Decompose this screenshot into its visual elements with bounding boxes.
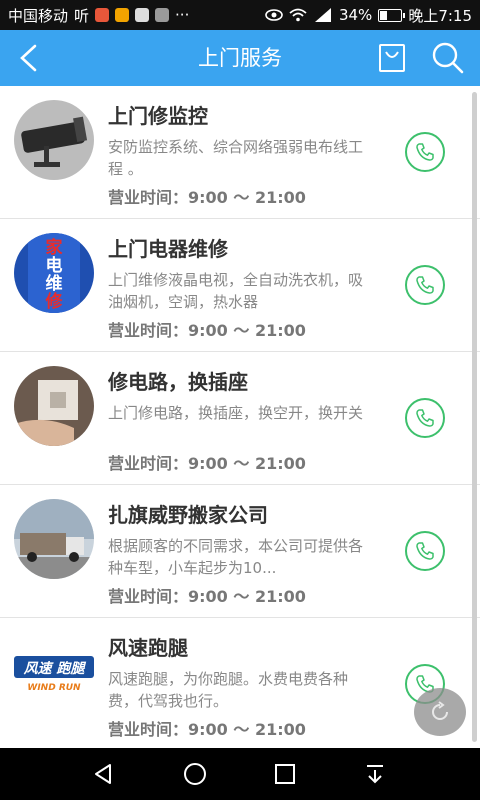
sign-char: 维 xyxy=(46,273,63,294)
sign-char: 修 xyxy=(45,291,64,312)
service-name: 上门电器维修 xyxy=(108,237,228,261)
appliance-repair-sign-image: 家 电 维 修 xyxy=(14,233,94,313)
service-item[interactable]: 扎旗威野搬家公司 根据顾客的不同需求，本公司可提供各种车型，小车起步为10...… xyxy=(0,485,480,618)
service-thumbnail: 风速 跑腿 WIND RUN xyxy=(14,632,94,712)
phone-icon xyxy=(416,409,434,427)
service-thumbnail: 家 电 维 修 xyxy=(14,233,94,313)
system-nav-bar xyxy=(0,748,480,800)
call-button[interactable] xyxy=(405,398,445,438)
service-thumbnail xyxy=(14,100,94,180)
service-list[interactable]: 上门修监控 安防监控系统、综合网络强弱电布线工程 。 营业时间：9:00 ～ 2… xyxy=(0,86,480,748)
battery-icon xyxy=(378,8,406,22)
service-description: 安防监控系统、综合网络强弱电布线工程 。 xyxy=(108,138,364,178)
call-button[interactable] xyxy=(405,265,445,305)
call-button[interactable] xyxy=(405,132,445,172)
service-thumbnail xyxy=(14,366,94,446)
square-recents-icon xyxy=(275,764,295,784)
security-camera-image xyxy=(14,100,94,180)
service-description: 根据顾客的不同需求，本公司可提供各种车型，小车起步为10... xyxy=(108,537,364,577)
status-bar: 中国移动 听 ··· 34% 晚上7:15 xyxy=(0,0,480,30)
service-item[interactable]: 风速 跑腿 WIND RUN 风速跑腿 风速跑腿，为你跑腿。水费电费各种费，代驾… xyxy=(0,618,480,748)
service-thumbnail xyxy=(14,499,94,579)
phone-icon xyxy=(416,143,434,161)
business-hours: 营业时间：9:00 ～ 21:00 xyxy=(108,188,306,207)
app-bar: 上门服务 xyxy=(0,30,480,86)
refresh-icon xyxy=(432,701,448,720)
service-name: 修电路，换插座 xyxy=(108,370,248,394)
service-item[interactable]: 上门修监控 安防监控系统、综合网络强弱电布线工程 。 营业时间：9:00 ～ 2… xyxy=(0,86,480,219)
service-description: 风速跑腿，为你跑腿。水费电费各种费，代驾我也行。 xyxy=(108,670,349,710)
nav-home-button[interactable] xyxy=(180,760,210,788)
search-button[interactable] xyxy=(428,40,468,76)
service-item[interactable]: 家 电 维 修 上门电器维修 上门维修液晶电视，全自动洗衣机，吸油烟机，空调，热… xyxy=(0,219,480,352)
shopping-bag-button[interactable] xyxy=(374,40,410,76)
phone-icon xyxy=(416,276,434,294)
logo-subtext: WIND RUN xyxy=(27,683,81,693)
signal-icon xyxy=(314,8,331,22)
eye-icon xyxy=(265,9,283,21)
service-name: 上门修监控 xyxy=(108,104,208,128)
clipboard-icon xyxy=(135,8,150,22)
nav-back-button[interactable] xyxy=(88,760,118,788)
wechat-icon xyxy=(155,8,170,22)
phone-icon xyxy=(416,542,434,560)
windrun-logo: 风速 跑腿 WIND RUN xyxy=(14,632,94,712)
wifi-icon xyxy=(289,8,307,22)
pull-down-icon xyxy=(367,765,383,784)
clock: 晚上7:15 xyxy=(408,6,472,25)
carrier-label: 中国移动 xyxy=(8,6,69,25)
service-item[interactable]: 修电路，换插座 上门修电路，换插座，换空开，换开关 营业时间：9:00 ～ 21… xyxy=(0,352,480,485)
battery-percent: 34% xyxy=(338,6,373,24)
wall-socket-image xyxy=(14,366,94,446)
business-hours: 营业时间：9:00 ～ 21:00 xyxy=(108,720,306,739)
nav-notifications-button[interactable] xyxy=(360,760,390,788)
shopping-bag-icon xyxy=(379,44,405,72)
business-hours: 营业时间：9:00 ～ 21:00 xyxy=(108,321,306,340)
scrollbar[interactable] xyxy=(472,92,477,742)
nav-recents-button[interactable] xyxy=(270,760,300,788)
logo-text: 风速 跑腿 xyxy=(24,660,87,677)
more-notifications-dots: ··· xyxy=(175,6,190,24)
app-notification-glyph: 听 xyxy=(74,6,90,25)
business-hours: 营业时间：9:00 ～ 21:00 xyxy=(108,587,306,606)
search-icon xyxy=(432,42,464,74)
notification-icon xyxy=(95,8,110,22)
service-description: 上门修电路，换插座，换空开，换开关 xyxy=(108,404,364,422)
service-name: 扎旗威野搬家公司 xyxy=(108,503,268,527)
lock-icon xyxy=(115,8,130,22)
circle-home-icon xyxy=(184,763,206,785)
moving-truck-image xyxy=(14,499,94,579)
service-name: 风速跑腿 xyxy=(108,636,188,660)
triangle-back-icon xyxy=(95,764,111,784)
call-button[interactable] xyxy=(405,531,445,571)
service-description: 上门维修液晶电视，全自动洗衣机，吸油烟机，空调，热水器 xyxy=(108,271,364,311)
refresh-button[interactable] xyxy=(414,688,466,736)
business-hours: 营业时间：9:00 ～ 21:00 xyxy=(108,454,306,473)
sign-char: 家 xyxy=(46,237,63,258)
sign-char: 电 xyxy=(46,255,63,276)
